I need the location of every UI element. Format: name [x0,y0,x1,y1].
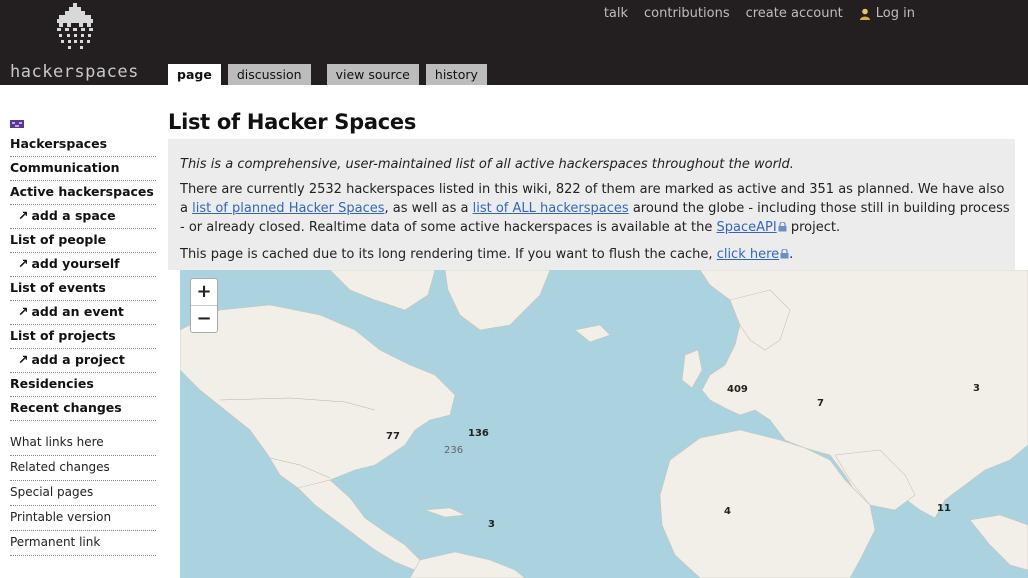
talk-link[interactable]: talk [604,6,628,21]
sidebar-item-label: add an event [31,304,124,319]
cluster-us-mid[interactable]: 236 [444,445,463,456]
tool-related-changes[interactable]: Related changes [10,456,156,481]
logo-text[interactable]: hackerspaces [10,62,139,82]
external-arrow-icon: ↗ [18,352,29,367]
sidebar-item-residencies[interactable]: Residencies [10,373,156,397]
arctic-islands-shape [329,270,436,311]
zoom-in-button[interactable]: + [191,279,217,306]
login-label: Log in [875,6,915,21]
sidebar-item-list-of-people[interactable]: List of people [10,229,156,253]
user-icon [859,8,870,20]
flush-cache-link[interactable]: click here [717,247,779,262]
lock-icon [780,249,789,259]
cluster-us-east[interactable]: 136 [468,428,489,439]
central-america-shape [297,479,421,571]
stats-text-d: project. [786,220,841,235]
stats-paragraph: There are currently 2532 hackerspaces li… [180,180,1010,237]
world-land-shapes [180,270,1028,578]
zoom-out-button[interactable]: − [191,306,217,332]
sidebar-item-add-event[interactable]: ↗ add an event [10,301,156,325]
intro-text: This is a comprehensive, user-maintained… [180,157,794,172]
stats-text-b: , as well as a [384,201,473,216]
sidebar-item-label: add a project [31,352,125,367]
tab-page[interactable]: page [168,64,221,85]
contributions-link[interactable]: contributions [644,6,730,21]
zoom-control: + − [190,278,218,333]
spaceapi-link[interactable]: SpaceAPI [717,220,777,235]
cluster-india[interactable]: 11 [937,503,951,514]
cluster-us-west[interactable]: 77 [386,431,400,442]
cluster-asia-east[interactable]: 3 [973,383,980,394]
personal-tools: talk contributions create account Log in [604,6,915,21]
invader-flag-icon [10,120,24,128]
sidebar-item-add-space[interactable]: ↗ add a space [10,205,156,229]
sidebar-item-communication[interactable]: Communication [10,157,156,181]
sidebar-item-add-yourself[interactable]: ↗ add yourself [10,253,156,277]
sidebar-item-active-hackerspaces[interactable]: Active hackerspaces [10,181,156,205]
sidebar-item-add-project[interactable]: ↗ add a project [10,349,156,373]
sidebar-item-hackerspaces[interactable]: Hackerspaces [10,133,156,157]
tab-history[interactable]: history [425,64,487,85]
sidebar-item-list-of-events[interactable]: List of events [10,277,156,301]
caribbean-shape [424,507,467,518]
cluster-east-europe[interactable]: 7 [817,398,824,409]
external-arrow-icon: ↗ [18,208,29,223]
tab-view-source[interactable]: view source [326,64,419,85]
cache-text-a: This page is cached due to its long rend… [180,247,717,262]
page-title: List of Hacker Spaces [168,110,417,134]
page-tabs: page discussion view source history [168,64,494,85]
iceland-shape [574,324,611,343]
cache-paragraph: This page is cached due to its long rend… [180,245,1010,264]
south-america-shape [409,551,526,578]
intro-box: This is a comprehensive, user-maintained… [168,139,1015,270]
sidebar-item-list-of-projects[interactable]: List of projects [10,325,156,349]
external-arrow-icon: ↗ [18,304,29,319]
sidebar-item-label: add a space [31,208,116,223]
all-hackerspaces-link[interactable]: list of ALL hackerspaces [473,201,629,216]
sidebar-item-label: add yourself [31,256,120,271]
tool-printable-version[interactable]: Printable version [10,506,156,531]
greenland-shape [444,270,551,331]
tab-discussion[interactable]: discussion [227,64,311,85]
uk-shape [681,349,703,389]
se-asia-shape [969,514,1028,571]
space-invader-logo-icon [57,3,93,49]
hackerspace-map[interactable]: + − 409 7 3 77 136 236 3 4 11 [180,270,1028,578]
cluster-africa-west[interactable]: 4 [724,506,731,517]
external-arrow-icon: ↗ [18,256,29,271]
sidebar-item-recent-changes[interactable]: Recent changes [10,397,156,421]
cluster-central-america[interactable]: 3 [488,519,495,530]
create-account-link[interactable]: create account [746,6,843,21]
sidebar: Hackerspaces Communication Active hacker… [10,115,156,556]
login-link[interactable]: Log in [859,6,915,21]
cache-text-b: . [789,247,794,262]
tool-permanent-link[interactable]: Permanent link [10,531,156,556]
lock-icon [778,222,787,232]
sidebar-flag [10,115,156,133]
north-america-shape [180,304,456,493]
navigation-list: Hackerspaces Communication Active hacker… [10,133,156,421]
header: hackerspaces talk contributions create a… [0,0,1028,85]
cluster-europe[interactable]: 409 [727,384,748,395]
tool-special-pages[interactable]: Special pages [10,481,156,506]
planned-spaces-link[interactable]: list of planned Hacker Spaces [192,201,384,216]
tools-list: What links here Related changes Special … [10,431,156,556]
tool-what-links-here[interactable]: What links here [10,431,156,456]
